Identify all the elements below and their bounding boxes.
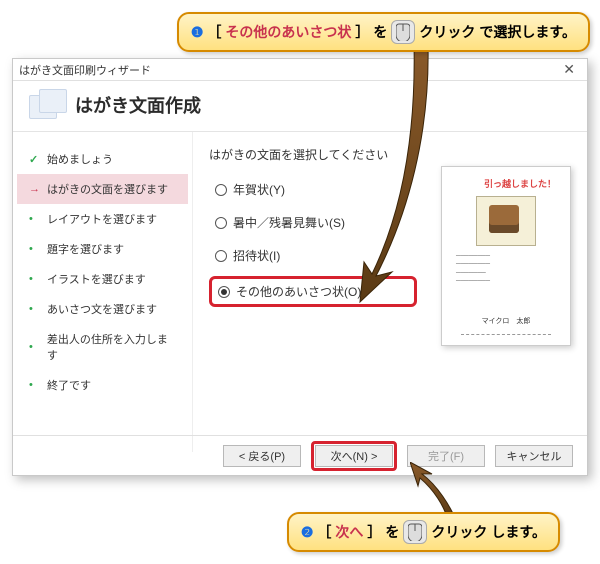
page-title: はがき文面作成 bbox=[75, 92, 201, 118]
postcard-preview: 引っ越しました！ ───────────────────────────────… bbox=[441, 166, 571, 346]
preview-signature: マイクロ 太郎 bbox=[482, 316, 531, 326]
mouse-icon bbox=[391, 20, 415, 44]
wizard-steps-sidebar: 始めましょう はがきの文面を選びます レイアウトを選びます 題字を選びます イラ… bbox=[13, 132, 193, 452]
wizard-window: はがき文面印刷ウィザード ✕ はがき文面作成 始めましょう はがきの文面を選びま… bbox=[12, 58, 588, 476]
preview-title: 引っ越しました！ bbox=[484, 177, 556, 190]
arrow-to-option bbox=[358, 44, 458, 304]
preview-illustration bbox=[476, 196, 536, 246]
mouse-icon bbox=[403, 520, 427, 544]
callout-step2: ❷ ［次へ］ を クリックします。 bbox=[287, 512, 560, 552]
step-address[interactable]: 差出人の住所を入力します bbox=[17, 324, 188, 370]
back-button[interactable]: < 戻る(P) bbox=[223, 445, 301, 467]
step-greeting[interactable]: あいさつ文を選びます bbox=[17, 294, 188, 324]
step-illust[interactable]: イラストを選びます bbox=[17, 264, 188, 294]
step-layout[interactable]: レイアウトを選びます bbox=[17, 204, 188, 234]
document-icon bbox=[29, 89, 65, 121]
step-select-bunmen[interactable]: はがきの文面を選びます bbox=[17, 174, 188, 204]
radio-icon bbox=[215, 217, 227, 229]
titlebar: はがき文面印刷ウィザード ✕ bbox=[13, 59, 587, 81]
wizard-footer: < 戻る(P) 次へ(N) > 完了(F) キャンセル bbox=[13, 435, 587, 475]
callout-num: ❷ bbox=[301, 524, 314, 541]
preview-footer-line bbox=[461, 334, 551, 335]
step-daiji[interactable]: 題字を選びます bbox=[17, 234, 188, 264]
radio-icon bbox=[215, 184, 227, 196]
step-finish[interactable]: 終了です bbox=[17, 370, 188, 400]
radio-icon bbox=[215, 250, 227, 262]
window-title: はがき文面印刷ウィザード bbox=[19, 62, 151, 78]
next-button-highlight: 次へ(N) > bbox=[311, 441, 397, 471]
close-icon[interactable]: ✕ bbox=[557, 61, 581, 78]
next-button[interactable]: 次へ(N) > bbox=[315, 445, 393, 467]
wizard-header: はがき文面作成 bbox=[13, 81, 587, 132]
cancel-button[interactable]: キャンセル bbox=[495, 445, 573, 467]
step-start[interactable]: 始めましょう bbox=[17, 144, 188, 174]
radio-icon bbox=[218, 286, 230, 298]
callout-step1: ❶ ［その他のあいさつ状］ を クリックで選択します。 bbox=[177, 12, 590, 52]
callout-num: ❶ bbox=[191, 24, 204, 41]
